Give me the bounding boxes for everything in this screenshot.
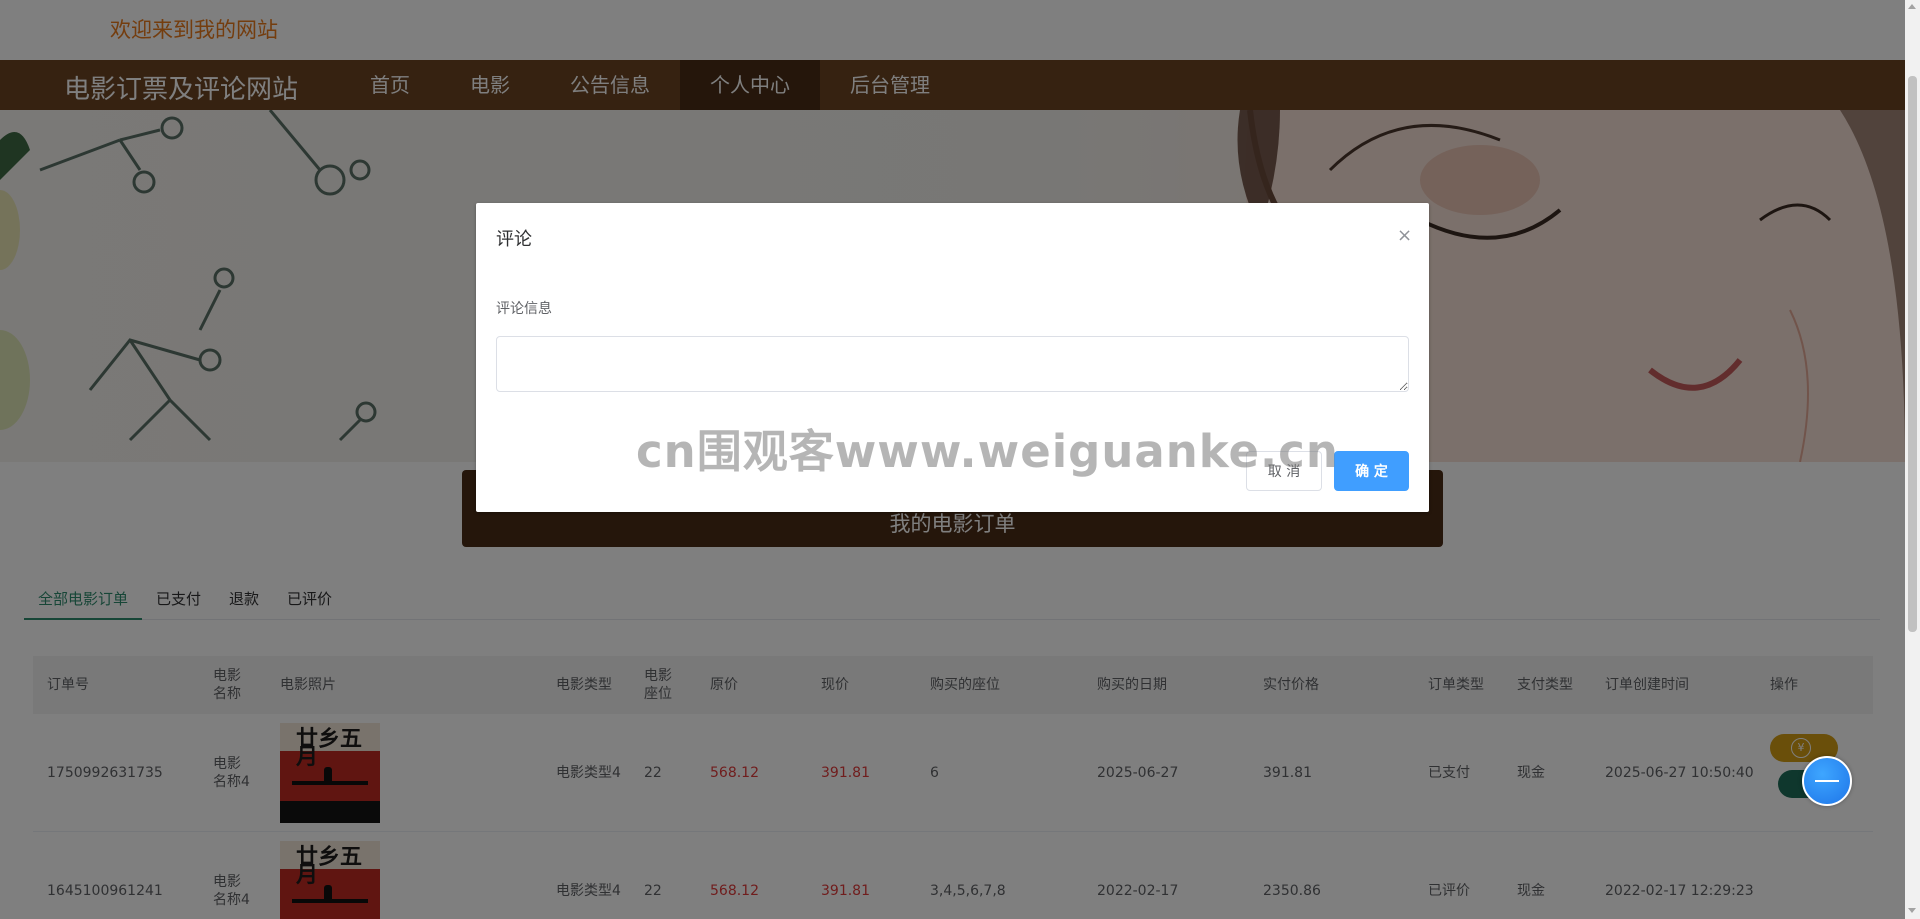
comment-textarea[interactable] xyxy=(496,336,1409,392)
watermark-text: cn围观客www.weiguanke.cn xyxy=(636,425,1339,478)
page-scrollbar[interactable] xyxy=(1905,0,1920,919)
scroll-up-arrow-icon[interactable] xyxy=(1908,4,1916,9)
dialog-title: 评论 xyxy=(496,229,532,250)
scroll-thumb[interactable] xyxy=(1908,76,1917,632)
comment-label: 评论信息 xyxy=(496,301,552,317)
close-icon[interactable]: × xyxy=(1397,225,1412,246)
scroll-down-arrow-icon[interactable] xyxy=(1908,908,1916,913)
chat-line-icon xyxy=(1815,780,1839,782)
floating-chat-button[interactable] xyxy=(1802,756,1852,806)
confirm-button[interactable]: 确 定 xyxy=(1334,451,1409,491)
